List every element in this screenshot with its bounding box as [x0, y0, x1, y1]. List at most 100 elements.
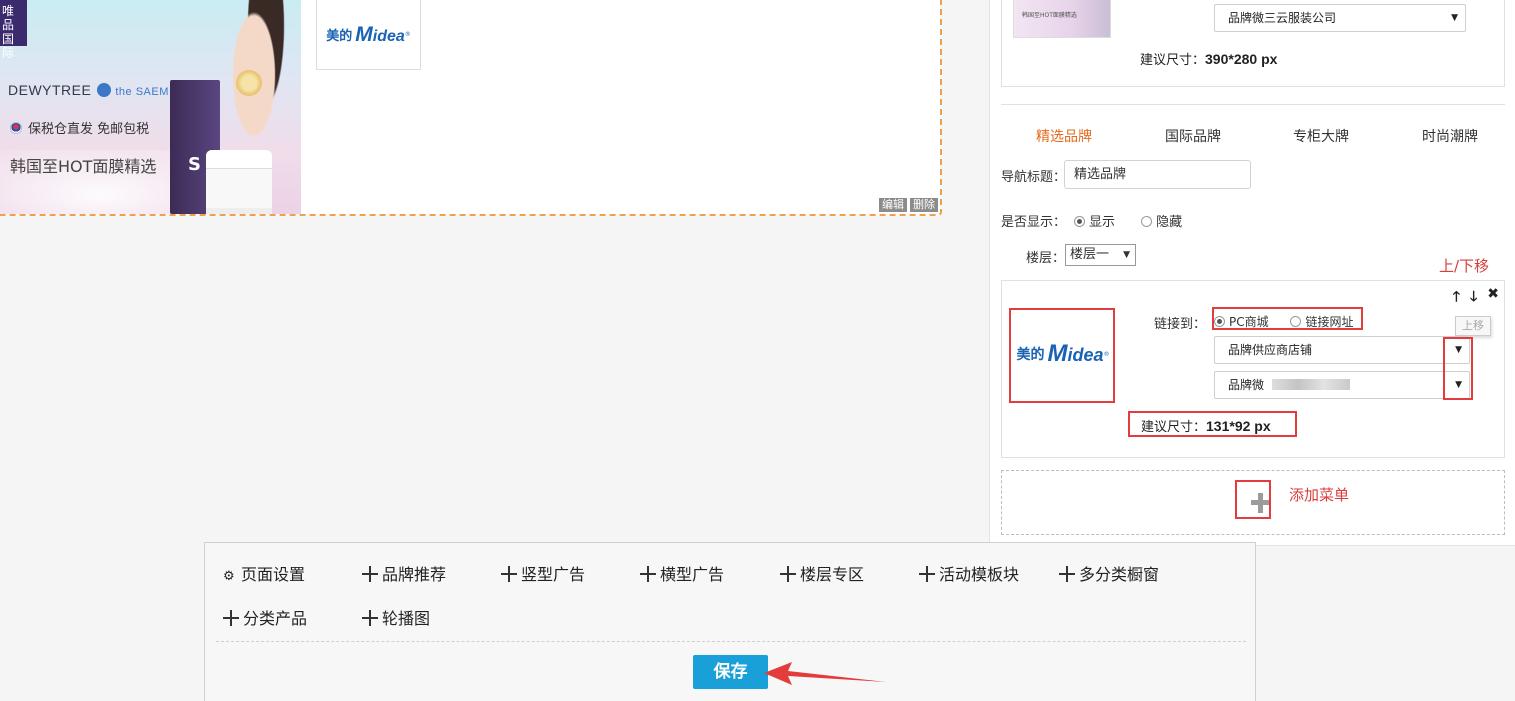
banner-image: 唯品 国际 DEWYTREE the SAEM 保税仓直发 免邮包税 韩国至HOT…: [0, 0, 301, 214]
shop-select-value: 品牌微三云服装公司: [1228, 11, 1337, 25]
brand-saem: the SAEM: [115, 86, 169, 98]
gear-icon: ⚙: [223, 569, 235, 584]
tool-horizontal-ad[interactable]: 横型广告: [640, 561, 724, 585]
tool-label: 多分类橱窗: [1079, 565, 1160, 584]
previous-item-card: 韩国至HOT面膜精选 品牌微三云服装公司 ▼ 建议尺寸：390*280 px: [1001, 0, 1505, 87]
tool-activity-template[interactable]: 活动模板块: [919, 561, 1019, 585]
tab-international-brands[interactable]: 国际品牌: [1165, 126, 1221, 146]
korea-flag-icon: [10, 122, 22, 134]
link-url-option[interactable]: 链接网址: [1290, 315, 1353, 329]
add-menu-annotation: 添加菜单: [1289, 486, 1350, 504]
floor-label: 楼层：: [1026, 251, 1066, 266]
size-hint-label: 建议尺寸：: [1141, 420, 1207, 435]
edit-button[interactable]: 编辑: [879, 198, 907, 212]
tab-featured-brands[interactable]: 精选品牌: [1036, 126, 1092, 146]
display-hide-option[interactable]: 隐藏: [1141, 215, 1182, 230]
radio-empty-icon: [1141, 216, 1153, 227]
arrow-up-icon[interactable]: 🡑: [1453, 286, 1460, 310]
tab-counter-brands[interactable]: 专柜大牌: [1293, 126, 1349, 146]
plus-icon: [501, 566, 517, 582]
radio-selected-icon: [1214, 316, 1225, 327]
banner-tagline: 保税仓直发 免邮包税: [10, 118, 149, 137]
tool-floor-zone[interactable]: 楼层专区: [780, 561, 864, 585]
tool-brand-recommend[interactable]: 品牌推荐: [362, 561, 446, 585]
shop-select[interactable]: 品牌微三云服装公司 ▼: [1214, 4, 1466, 32]
tool-carousel[interactable]: 轮播图: [362, 605, 430, 629]
preview-module[interactable]: 唯品 国际 DEWYTREE the SAEM 保税仓直发 免邮包税 韩国至HOT…: [0, 0, 942, 216]
size-hint-label: 建议尺寸：: [1140, 53, 1206, 68]
link-radio-group: PC商城 链接网址: [1214, 313, 1353, 330]
settings-panel: 韩国至HOT面膜精选 品牌微三云服装公司 ▼ 建议尺寸：390*280 px 精…: [989, 0, 1515, 546]
saem-logo-icon: [97, 83, 112, 97]
tool-vertical-ad[interactable]: 竖型广告: [501, 561, 585, 585]
move-up-tooltip: 上移: [1455, 316, 1491, 336]
midea-logo-en: Midea: [1047, 340, 1104, 367]
brand-tabs: 精选品牌 国际品牌 专柜大牌 时尚潮牌: [1001, 126, 1505, 148]
toolbar-divider: [216, 641, 1246, 642]
blurred-text: [1271, 379, 1350, 390]
chevron-down-icon: ▼: [1451, 13, 1458, 23]
size-hint-value: 390*280 px: [1205, 51, 1278, 67]
plus-icon: [640, 566, 656, 582]
tool-category-products[interactable]: 分类产品: [223, 605, 307, 629]
chevron-down-icon: ▼: [1123, 250, 1130, 260]
display-label: 是否显示：: [1001, 215, 1067, 230]
product-jar: [206, 150, 272, 214]
plus-icon: [223, 610, 239, 626]
delete-button[interactable]: 删除: [910, 198, 938, 212]
nav-title-input[interactable]: 精选品牌: [1064, 160, 1251, 189]
radio-selected-icon: [1074, 216, 1085, 227]
midea-logo: 美的 Midea ®: [1011, 307, 1115, 401]
shop-type-value: 品牌供应商店铺: [1228, 343, 1313, 357]
banner-thumb: 韩国至HOT面膜精选: [1013, 0, 1111, 38]
annotation-arrow-icon: [764, 662, 886, 685]
add-menu-card[interactable]: 添加菜单: [1001, 470, 1505, 535]
shop-select-value: 品牌微: [1228, 378, 1265, 392]
display-radio-group: 显示 隐藏: [1074, 211, 1204, 230]
radio-empty-icon: [1290, 316, 1302, 327]
shop-select[interactable]: 品牌微 ▼: [1214, 371, 1470, 399]
banner-headline: 韩国至HOT面膜精选: [10, 157, 157, 176]
arrow-down-icon[interactable]: 🡓: [1470, 286, 1477, 310]
item-logo-image[interactable]: 美的 Midea ®: [1011, 307, 1115, 401]
plus-icon: [362, 610, 378, 626]
display-hide-label: 隐藏: [1156, 215, 1183, 230]
banner-tagline-text: 保税仓直发 免邮包税: [28, 122, 150, 137]
link-pc-option[interactable]: PC商城: [1214, 315, 1269, 329]
tool-label: 楼层专区: [800, 565, 865, 584]
tool-label: 轮播图: [382, 609, 431, 628]
save-button[interactable]: 保存: [693, 655, 768, 689]
vip-badge-line1: 唯品: [2, 4, 15, 32]
midea-logo: 美的 Midea ®: [317, 0, 420, 69]
tool-label: 分类产品: [243, 609, 308, 628]
chevron-down-icon: ▼: [1455, 380, 1462, 390]
registered-mark: ®: [404, 31, 411, 38]
plus-icon[interactable]: [1243, 485, 1279, 521]
tab-fashion-brands[interactable]: 时尚潮牌: [1422, 126, 1478, 146]
banner-brands: DEWYTREE the SAEM: [8, 82, 169, 98]
tool-multi-category-window[interactable]: 多分类橱窗: [1059, 561, 1159, 585]
midea-logo-cn: 美的: [326, 29, 353, 44]
tool-page-settings[interactable]: ⚙ 页面设置: [223, 561, 305, 585]
tool-label: 页面设置: [241, 565, 306, 584]
floor-select-value: 楼层一: [1070, 247, 1110, 262]
nav-title-label: 导航标题：: [1001, 170, 1067, 185]
link-pc-label: PC商城: [1229, 315, 1269, 329]
size-hint-value: 131*92 px: [1206, 418, 1271, 434]
tool-label: 品牌推荐: [382, 565, 447, 584]
shop-type-select[interactable]: 品牌供应商店铺 ▼: [1214, 336, 1470, 364]
chevron-down-icon: ▼: [1455, 345, 1462, 355]
display-show-option[interactable]: 显示: [1074, 215, 1115, 230]
display-show-label: 显示: [1089, 215, 1116, 230]
plus-icon: [780, 566, 796, 582]
item-controls: 🡑 🡓 ✖: [1453, 286, 1499, 310]
brand-dewytree: DEWYTREE: [8, 82, 92, 98]
floor-select[interactable]: 楼层一 ▼: [1065, 244, 1136, 266]
close-icon[interactable]: ✖: [1487, 286, 1499, 310]
tool-label: 竖型广告: [521, 565, 586, 584]
module-actions: 编辑 删除: [879, 198, 938, 212]
brand-logo-thumb[interactable]: 美的 Midea ®: [316, 0, 421, 70]
banner-thumb-text: 韩国至HOT面膜精选: [1022, 12, 1077, 19]
midea-logo-en: Midea: [355, 22, 405, 46]
link-to-label: 链接到：: [1154, 317, 1207, 332]
